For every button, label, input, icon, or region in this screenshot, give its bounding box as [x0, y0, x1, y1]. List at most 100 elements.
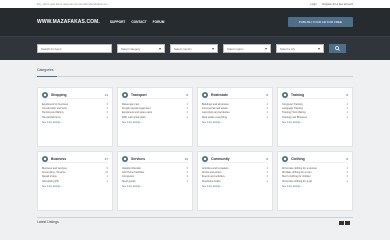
- subcategory-count: 2: [266, 115, 268, 119]
- home-icon: [202, 91, 208, 98]
- subcategory-count: 2: [346, 179, 348, 183]
- subcategory-item[interactable]: With such great parts 2: [122, 116, 188, 120]
- subcategory-label[interactable]: With such great parts: [122, 116, 146, 120]
- see-more-link[interactable]: See more listings...: [42, 185, 108, 188]
- category-title[interactable]: Community: [211, 157, 230, 161]
- latest-listings-heading: Latest Listings: [37, 220, 59, 224]
- category-card: Realestate 8 Buildings and structures 2 Comm…: [197, 87, 273, 147]
- category-count: 8: [346, 92, 348, 97]
- people-icon: [202, 155, 208, 162]
- category-title[interactable]: Services: [131, 157, 145, 161]
- chevron-down-icon: [265, 48, 267, 50]
- graduation-icon: [282, 91, 288, 98]
- register-link[interactable]: Register for a free account: [322, 3, 353, 6]
- category-header[interactable]: Training 8: [282, 91, 348, 99]
- category-count: 14: [104, 92, 108, 97]
- search-button[interactable]: [329, 44, 346, 53]
- subcategory-item[interactable]: Sport goods 1: [122, 180, 188, 184]
- main-nav: SUPPORT CONTACT FORUM: [110, 20, 170, 24]
- search-input[interactable]: Search for items: [37, 44, 112, 53]
- region-select[interactable]: Select region: [223, 44, 271, 53]
- subcategory-label[interactable]: Real estate everything: [202, 116, 227, 120]
- cart-icon: [42, 91, 48, 98]
- publish-ad-button[interactable]: PUBLISH YOUR AD FOR FREE: [287, 17, 353, 27]
- subcategory-count: 2: [346, 115, 348, 119]
- category-card: Transport 8 Passenger cars 1 Freight special…: [117, 87, 193, 147]
- subcategory-item[interactable]: Training Law Business 2: [282, 116, 348, 120]
- category-count: 8: [186, 92, 188, 97]
- see-more-link[interactable]: See more listings...: [282, 121, 348, 124]
- list-view-icon[interactable]: [339, 221, 344, 225]
- category-header[interactable]: Services 16: [122, 155, 188, 163]
- country-select[interactable]: Select country: [170, 44, 218, 53]
- category-card: Community 8 Activities and recreation 2 Arti…: [197, 151, 273, 211]
- latest-divider: [37, 217, 353, 218]
- category-header[interactable]: Realestate 8: [202, 91, 268, 99]
- subcategory-label[interactable]: All female clothing for a girl: [282, 180, 312, 184]
- category-header[interactable]: Shopping 14: [42, 91, 108, 99]
- nav-forum[interactable]: FORUM: [153, 20, 165, 24]
- nav-support[interactable]: SUPPORT: [110, 20, 125, 24]
- subcategory-item[interactable]: Advertising PR 2: [42, 180, 108, 184]
- see-more-link[interactable]: See more listings...: [282, 185, 348, 188]
- site-header: WWW.MAZAFAKAS.COM. SUPPORT CONTACT FORUM…: [0, 8, 390, 36]
- grid-view-icon[interactable]: [345, 221, 350, 225]
- search-bar: Search for items Select category Select …: [0, 36, 390, 60]
- top-bar: Buy, sell or give items. Easy as you can…: [0, 0, 390, 8]
- category-header[interactable]: Clothing 8: [282, 155, 348, 163]
- city-select[interactable]: Select a city: [276, 44, 324, 53]
- category-header[interactable]: Community 8: [202, 155, 268, 163]
- categories-heading: Categories: [37, 68, 54, 72]
- subcategory-label[interactable]: Household items: [42, 116, 61, 120]
- subcategory-count: 2: [266, 179, 268, 183]
- subcategory-label[interactable]: Training Law Business: [282, 116, 307, 120]
- subcategory-count: 2: [106, 179, 108, 183]
- chevron-down-icon: [212, 48, 214, 50]
- subcategory-label[interactable]: Sport goods: [122, 180, 135, 184]
- category-title[interactable]: Clothing: [291, 157, 305, 161]
- categories-divider: [37, 76, 353, 77]
- category-card: Services 16 Vacation Rentals 5 Add Home Faci…: [117, 151, 193, 211]
- category-count: 8: [266, 156, 268, 161]
- country-select-value: Select country: [174, 46, 192, 51]
- search-icon: [335, 46, 340, 51]
- car-icon: [122, 91, 128, 98]
- subcategory-label[interactable]: Advertising PR: [42, 180, 59, 184]
- subcategory-count: 1: [186, 179, 188, 183]
- wrench-icon: [122, 155, 128, 162]
- category-title[interactable]: Realestate: [211, 93, 228, 97]
- category-title[interactable]: Business: [51, 157, 66, 161]
- subcategory-count: 2: [106, 115, 108, 119]
- categories-underline: [37, 75, 57, 77]
- category-card: Training 8 Computer Training 2 Language Trai…: [277, 87, 353, 147]
- subcategory-item[interactable]: All female clothing for a girl 2: [282, 180, 348, 184]
- category-card: Business 47 Business and services 9 Accounti…: [37, 151, 113, 211]
- shirt-icon: [282, 155, 288, 162]
- category-header[interactable]: Business 47: [42, 155, 108, 163]
- see-more-link[interactable]: See more listings...: [202, 121, 268, 124]
- tagline: Buy, sell or give items. Easy as you can…: [37, 2, 108, 6]
- category-title[interactable]: Transport: [131, 93, 147, 97]
- subcategory-label[interactable]: Musicians Artists: [202, 180, 221, 184]
- subcategory-item[interactable]: Household items 2: [42, 116, 108, 120]
- categories-grid: Shopping 14 Equipment for business 3 Constru…: [37, 87, 353, 211]
- category-title[interactable]: Training: [291, 93, 304, 97]
- category-select-value: Select category: [121, 46, 141, 51]
- region-select-value: Select region: [227, 46, 244, 51]
- see-more-link[interactable]: See more listings...: [42, 121, 108, 124]
- category-title[interactable]: Shopping: [51, 93, 67, 97]
- see-more-link[interactable]: See more listings...: [122, 185, 188, 188]
- chevron-down-icon: [159, 48, 161, 50]
- login-link[interactable]: Login: [310, 3, 316, 6]
- site-logo[interactable]: WWW.MAZAFAKAS.COM.: [37, 19, 100, 25]
- chevron-down-icon: [318, 48, 320, 50]
- nav-contact[interactable]: CONTACT: [131, 20, 146, 24]
- see-more-link[interactable]: See more listings...: [202, 185, 268, 188]
- subcategory-item[interactable]: Musicians Artists 2: [202, 180, 268, 184]
- city-select-value: Select a city: [280, 46, 296, 51]
- category-select[interactable]: Select category: [117, 44, 165, 53]
- subcategory-count: 2: [186, 115, 188, 119]
- see-more-link[interactable]: See more listings...: [122, 121, 188, 124]
- category-header[interactable]: Transport 8: [122, 91, 188, 99]
- subcategory-item[interactable]: Real estate everything 2: [202, 116, 268, 120]
